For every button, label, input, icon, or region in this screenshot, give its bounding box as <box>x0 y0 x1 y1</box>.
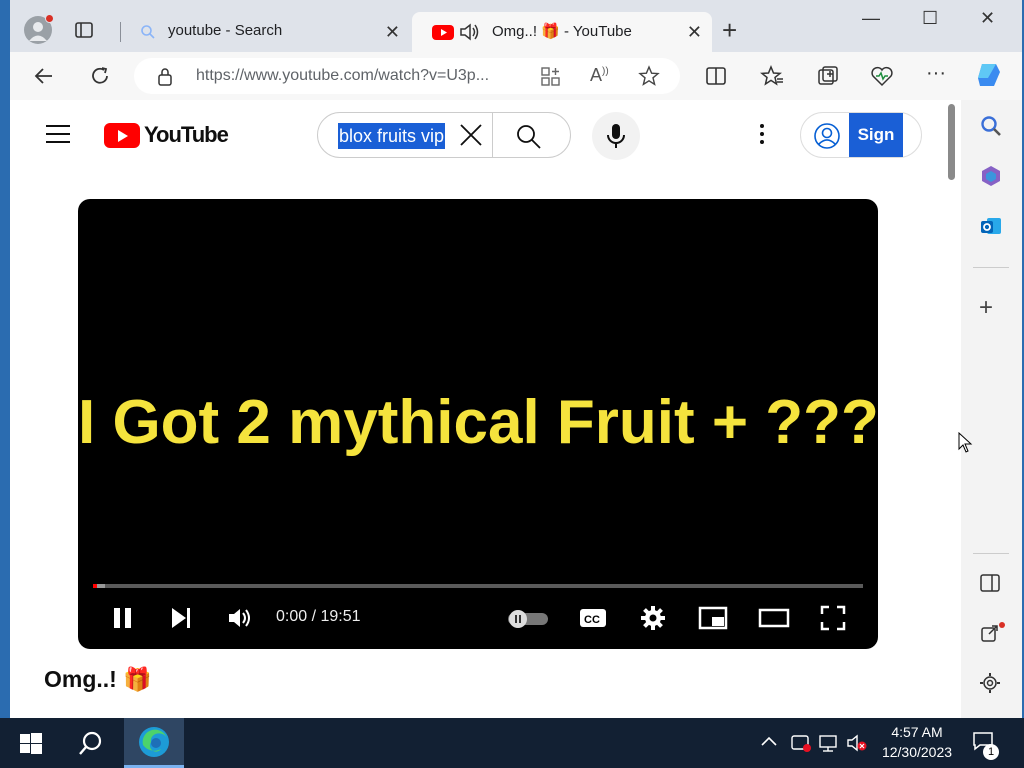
voice-search-button[interactable] <box>592 112 640 160</box>
clear-search-icon[interactable] <box>458 122 484 153</box>
favorites-icon[interactable] <box>760 64 784 93</box>
microphone-icon <box>607 124 625 148</box>
close-window-button[interactable]: ✕ <box>980 8 995 29</box>
address-bar[interactable]: https://www.youtube.com/watch?v=U3p... A… <box>134 58 680 94</box>
theater-mode-icon[interactable] <box>758 605 790 636</box>
youtube-header: YouTube blox fruits vip Sign in <box>10 100 961 188</box>
browser-essentials-icon[interactable] <box>870 64 894 93</box>
system-clock[interactable]: 4:57 AM 12/30/2023 <box>872 722 962 762</box>
back-icon[interactable] <box>32 64 56 93</box>
show-hidden-icons-chevron-icon[interactable] <box>760 734 778 751</box>
sign-in-label: Sign in <box>849 113 903 188</box>
hamburger-menu-icon[interactable] <box>46 125 70 143</box>
minimize-button[interactable]: — <box>862 8 880 29</box>
copilot-icon[interactable] <box>974 60 1004 95</box>
read-aloud-icon[interactable]: A)) <box>590 65 609 86</box>
sidebar-divider <box>973 267 1009 268</box>
tab-strip: youtube - Search ✕ Omg..! 🎁 - YouTube ✕ … <box>10 0 1022 52</box>
add-app-icon[interactable]: + <box>979 296 993 320</box>
split-screen-icon[interactable] <box>704 64 728 93</box>
time-display: 0:00 / 19:51 <box>276 608 361 625</box>
edge-sidebar: + <box>961 100 1022 718</box>
browser-window: youtube - Search ✕ Omg..! 🎁 - YouTube ✕ … <box>10 0 1022 718</box>
youtube-wordmark: YouTube <box>144 122 229 147</box>
settings-kebab-icon[interactable] <box>760 124 764 148</box>
tab-separator <box>120 22 121 42</box>
apps-icon[interactable] <box>540 66 562 93</box>
next-video-icon[interactable] <box>168 605 194 636</box>
close-tab-icon[interactable]: ✕ <box>385 22 400 43</box>
video-player[interactable]: I Got 2 mythical Fruit + ??? 0:00 / 19:5… <box>78 199 878 649</box>
account-circle-icon <box>813 122 841 155</box>
sidebar-divider <box>973 553 1009 554</box>
maximize-button[interactable]: ☐ <box>922 8 938 29</box>
windows-start-icon[interactable] <box>20 733 42 760</box>
settings-gear-icon[interactable] <box>640 605 666 636</box>
url-text: https://www.youtube.com/watch?v=U3p... <box>196 67 490 84</box>
pause-icon[interactable] <box>110 605 136 636</box>
taskbar-search-icon[interactable] <box>78 730 104 761</box>
search-icon <box>140 24 156 44</box>
search-icon[interactable] <box>979 114 1003 143</box>
new-tab-button[interactable]: + <box>722 16 737 44</box>
search-divider <box>492 113 493 157</box>
tab-youtube-search[interactable]: youtube - Search ✕ <box>120 12 410 52</box>
video-frame-text: I Got 2 mythical Fruit + ??? <box>78 388 878 457</box>
search-icon[interactable] <box>516 124 542 155</box>
tab-youtube-video[interactable]: Omg..! 🎁 - YouTube ✕ <box>412 12 712 52</box>
collections-icon[interactable] <box>816 64 840 93</box>
autoplay-toggle[interactable] <box>506 609 550 634</box>
customize-gear-icon[interactable] <box>979 672 1001 699</box>
fullscreen-icon[interactable] <box>820 605 846 636</box>
search-box[interactable]: blox fruits vip <box>317 112 571 158</box>
youtube-play-icon <box>104 122 140 148</box>
youtube-logo[interactable]: YouTube <box>104 122 229 148</box>
favorite-star-icon[interactable] <box>638 65 660 92</box>
profile-avatar[interactable] <box>24 14 54 44</box>
notification-dot <box>45 14 54 23</box>
search-input[interactable]: blox fruits vip <box>338 123 446 149</box>
close-tab-icon[interactable]: ✕ <box>687 22 702 43</box>
more-menu-icon[interactable]: ··· <box>926 62 946 85</box>
lock-icon[interactable] <box>156 67 174 92</box>
miniplayer-icon[interactable] <box>698 605 728 636</box>
captions-icon[interactable]: CC <box>578 605 608 636</box>
meet-now-icon[interactable] <box>790 733 812 758</box>
speaker-icon[interactable] <box>458 22 482 46</box>
windows-taskbar: 4:57 AM 12/30/2023 1 <box>0 718 1024 768</box>
youtube-icon <box>432 24 454 44</box>
tab-title: youtube - Search <box>168 22 283 39</box>
progress-fill <box>93 584 97 588</box>
page-scrollbar[interactable] <box>948 104 955 180</box>
clock-date: 12/30/2023 <box>881 744 953 760</box>
network-icon[interactable] <box>818 733 840 758</box>
microsoft-365-icon[interactable] <box>979 164 1003 193</box>
taskbar-edge-button[interactable] <box>124 718 184 768</box>
hide-sidebar-icon[interactable] <box>979 572 1001 599</box>
tab-title: Omg..! 🎁 - YouTube <box>492 23 632 40</box>
notification-count-badge: 1 <box>983 744 999 760</box>
open-external-icon[interactable] <box>979 622 1005 649</box>
progress-bar[interactable] <box>93 584 863 588</box>
video-title: Omg..! 🎁 <box>44 666 152 692</box>
mouse-cursor-icon <box>958 431 974 459</box>
outlook-icon[interactable] <box>979 214 1003 243</box>
tab-actions-icon[interactable] <box>74 20 94 45</box>
browser-toolbar: https://www.youtube.com/watch?v=U3p... A… <box>10 52 1022 100</box>
edge-icon <box>139 727 169 757</box>
svg-text:CC: CC <box>584 614 600 626</box>
refresh-icon[interactable] <box>88 64 112 93</box>
clock-time: 4:57 AM <box>891 724 943 740</box>
volume-muted-icon[interactable] <box>846 733 868 758</box>
volume-icon[interactable] <box>226 605 254 636</box>
sign-in-button[interactable]: Sign in <box>800 112 922 188</box>
web-page: YouTube blox fruits vip Sign in I Got 2 … <box>10 100 961 718</box>
